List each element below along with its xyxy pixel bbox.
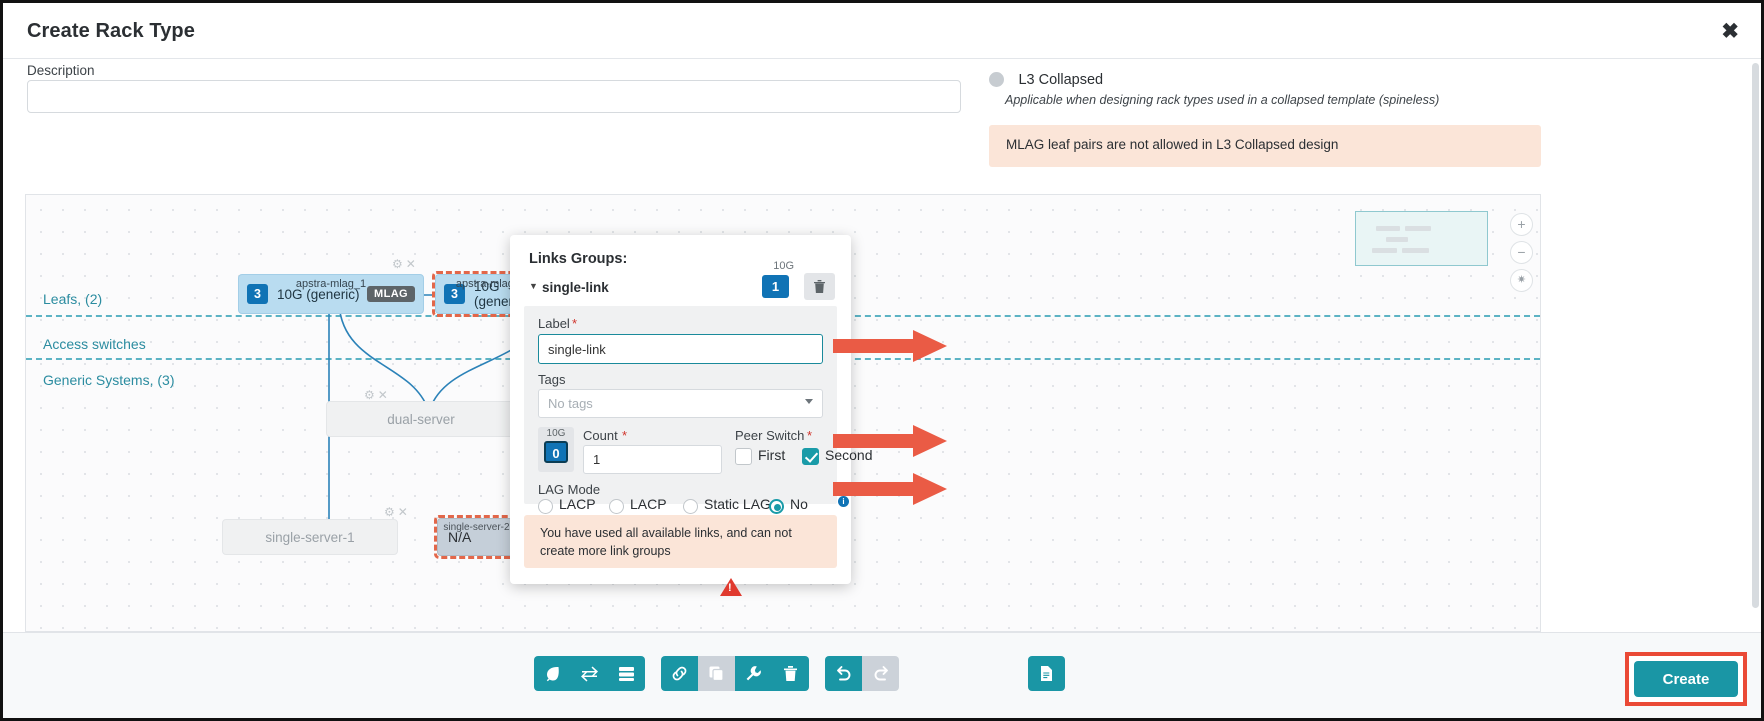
undo-icon-button[interactable] <box>825 656 862 691</box>
document-icon-button[interactable] <box>1028 656 1065 691</box>
description-input[interactable] <box>27 80 961 113</box>
annotation-arrow-lag-mode <box>829 471 947 507</box>
lag-mode-lacp-active-radio[interactable] <box>538 499 553 514</box>
node-dual-server-label: dual-server <box>387 412 455 427</box>
count-field-required: * <box>622 428 627 443</box>
lag-mode-lacp-passive-radio[interactable] <box>609 499 624 514</box>
speed-chip: 10G 0 <box>538 427 574 472</box>
canvas-minimap[interactable] <box>1355 211 1488 266</box>
node-single-server-1-label: single-server-1 <box>265 530 354 545</box>
links-limit-warning-text: You have used all available links, and c… <box>540 524 823 560</box>
vertical-scrollbar[interactable] <box>1752 63 1759 608</box>
node-dual-server[interactable]: dual-server <box>326 401 516 437</box>
l3-collapsed-note: Applicable when designing rack types use… <box>1005 93 1439 107</box>
create-rack-type-dialog: Create Rack Type ✖ Description L3 Collap… <box>0 0 1764 721</box>
tier-label-generic-systems: Generic Systems, (3) <box>43 372 174 388</box>
l3-collapsed-label: L3 Collapsed <box>1018 72 1103 88</box>
redo-icon-button[interactable] <box>862 656 899 691</box>
links-group-form: Label * Tags No tags 10G 0 Count * Peer … <box>524 306 837 504</box>
annotation-arrow-label <box>829 328 947 364</box>
node-single-server-2-name: single-server-2 <box>438 522 515 533</box>
copy-icon-button[interactable] <box>698 656 735 691</box>
peer-switch-second-checkbox[interactable] <box>802 448 819 465</box>
create-button-highlight: Create <box>1625 652 1747 706</box>
node-tools-leaf-1[interactable]: ⚙✕ <box>392 257 419 271</box>
tags-placeholder: No tags <box>548 396 593 411</box>
lag-mode-label: LAG Mode <box>538 482 600 497</box>
zoom-fit-icon[interactable]: ✷ <box>1510 269 1533 292</box>
node-single-server-2[interactable]: single-server-2 N/A <box>437 518 516 556</box>
leaf-icon-button[interactable] <box>534 656 571 691</box>
dialog-footer: Create <box>3 632 1761 718</box>
links-group-delete-button[interactable] <box>804 273 835 300</box>
toolbar-group-history <box>825 656 899 691</box>
lag-mode-static-lag-label: Static LAG <box>704 496 771 512</box>
rack-icon-button[interactable] <box>608 656 645 691</box>
links-group-speed: 10G <box>773 260 794 272</box>
zoom-in-icon[interactable]: + <box>1510 213 1533 236</box>
l3-collapsed-row: L3 Collapsed <box>989 71 1103 89</box>
label-field-label: Label <box>538 316 570 331</box>
lag-mode-static-lag-radio[interactable] <box>683 499 698 514</box>
lag-mode-no-lag-radio[interactable] <box>769 499 784 514</box>
peer-switch-required: * <box>807 428 812 443</box>
links-groups-popover: Links Groups: 10G ▼ single-link 1 Label … <box>510 235 851 584</box>
speed-chip-value[interactable]: 0 <box>544 441 568 463</box>
trash-icon-button[interactable] <box>772 656 809 691</box>
node-tools-dual-server[interactable]: ⚙✕ <box>364 388 391 402</box>
node-tools-single-server-1[interactable]: ⚙✕ <box>384 505 411 519</box>
node-single-server-1[interactable]: single-server-1 <box>222 519 398 555</box>
chevron-down-icon <box>805 399 813 404</box>
warning-triangle-icon <box>720 578 742 596</box>
mlag-warning-text: MLAG leaf pairs are not allowed in L3 Co… <box>1006 137 1338 152</box>
tags-field-label: Tags <box>538 372 565 387</box>
link-icon-button[interactable] <box>661 656 698 691</box>
links-group-count-badge[interactable]: 1 <box>762 275 789 298</box>
links-groups-title: Links Groups: <box>529 251 627 267</box>
close-icon[interactable]: ✖ <box>1721 21 1739 42</box>
zoom-out-icon[interactable]: − <box>1510 241 1533 264</box>
create-button[interactable]: Create <box>1634 661 1738 697</box>
chevron-down-icon[interactable]: ▼ <box>529 281 538 291</box>
toolbar-group-edit <box>661 656 809 691</box>
toolbar-group-view <box>534 656 645 691</box>
tier-label-leafs: Leafs, (2) <box>43 291 102 307</box>
trash-icon <box>813 279 826 294</box>
node-single-server-2-selection: single-server-2 N/A <box>434 515 519 559</box>
peer-switch-label: Peer Switch <box>735 428 804 443</box>
label-field-required: * <box>572 316 577 331</box>
l3-collapsed-toggle[interactable] <box>989 72 1004 87</box>
links-group-name: single-link <box>542 280 609 295</box>
speed-chip-label: 10G <box>538 427 574 441</box>
annotation-arrow-peer-switch <box>829 423 947 459</box>
lag-mode-lacp-active-label: LACP <box>559 496 596 512</box>
wrench-icon-button[interactable] <box>735 656 772 691</box>
node-leaf-1-mlag-tag: MLAG <box>367 286 415 302</box>
mlag-warning-banner: MLAG leaf pairs are not allowed in L3 Co… <box>989 125 1541 167</box>
links-limit-warning: You have used all available links, and c… <box>524 515 837 568</box>
lag-mode-lacp-passive-label: LACP <box>630 496 667 512</box>
page-title: Create Rack Type <box>27 20 195 43</box>
peer-switch-first-checkbox[interactable] <box>735 448 752 465</box>
peer-switch-first-label: First <box>758 447 785 463</box>
dialog-titlebar: Create Rack Type ✖ <box>3 3 1761 59</box>
tags-select[interactable]: No tags <box>538 389 823 418</box>
count-field-label: Count <box>583 428 618 443</box>
count-input[interactable] <box>583 445 722 474</box>
swap-arrows-icon-button[interactable] <box>571 656 608 691</box>
toolbar-group-document <box>1028 656 1065 691</box>
description-label: Description <box>27 63 95 78</box>
node-leaf-1[interactable]: apstra-mlag_1 3 10G (generic) MLAG <box>238 274 424 314</box>
tier-label-access-switches: Access switches <box>43 336 146 352</box>
label-input[interactable] <box>538 334 823 364</box>
